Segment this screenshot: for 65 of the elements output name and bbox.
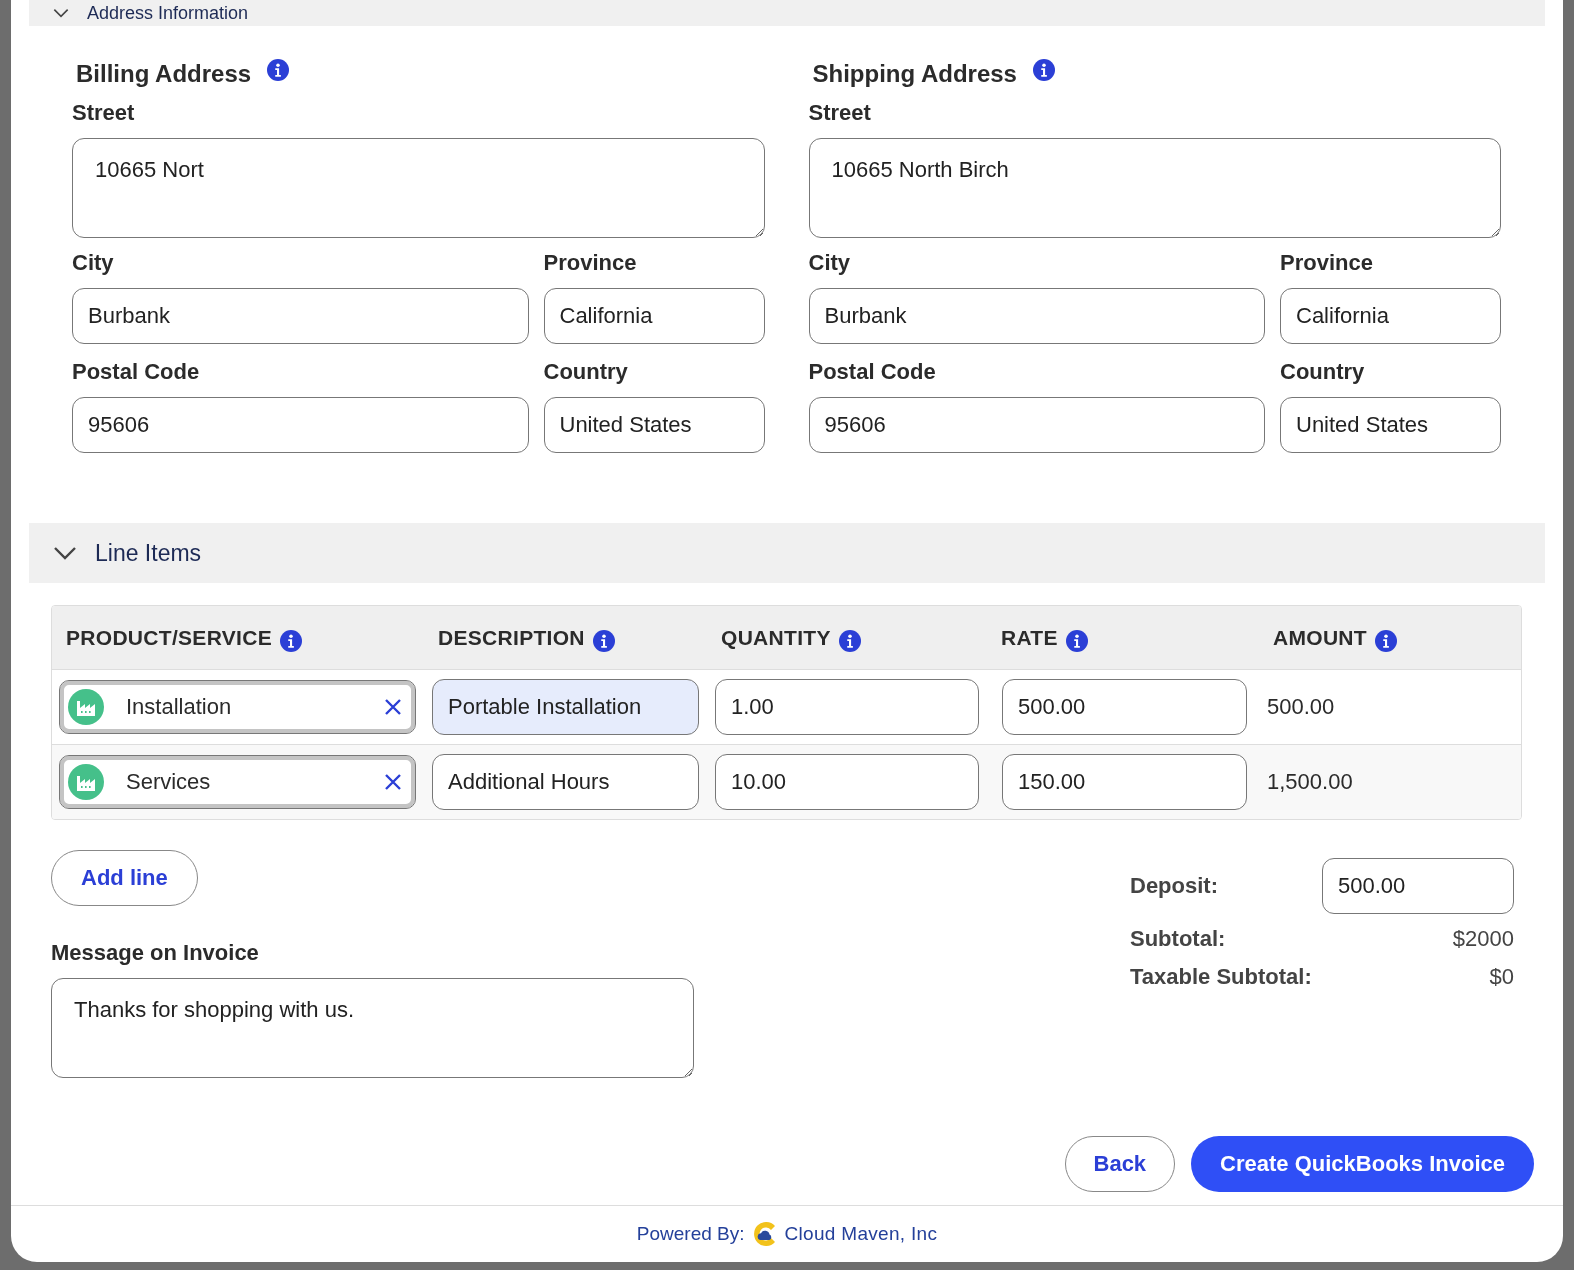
province-field[interactable]: California: [543, 288, 765, 344]
column-header: DESCRIPTION: [438, 625, 585, 650]
info-icon[interactable]: [1065, 629, 1088, 652]
field-label: Country: [1280, 359, 1366, 385]
country-field[interactable]: United States: [543, 397, 765, 453]
description-field[interactable]: Additional Hours: [432, 754, 699, 810]
chevron-icon[interactable]: [53, 546, 77, 560]
address-heading: Shipping Address: [812, 60, 1017, 88]
product-lookup-field[interactable]: Services: [59, 755, 416, 809]
deposit-label: Deposit:: [1130, 873, 1218, 899]
back-button[interactable]: Back: [1064, 1136, 1176, 1192]
field-label: Street: [808, 100, 872, 126]
postal-code-field[interactable]: 95606: [808, 397, 1265, 453]
product-lookup-field[interactable]: Installation: [59, 680, 416, 734]
field-label: Province: [543, 250, 638, 276]
info-icon[interactable]: [1032, 59, 1055, 81]
info-icon[interactable]: [267, 59, 290, 81]
column-header: PRODUCT/SERVICE: [66, 625, 272, 650]
chevron-icon[interactable]: [53, 8, 69, 18]
street-field[interactable]: 10665 North Birch: [808, 138, 1501, 238]
rate-field[interactable]: 150.00: [1002, 754, 1247, 810]
city-field[interactable]: Burbank: [72, 288, 529, 344]
clear-icon[interactable]: [383, 772, 403, 792]
subtotal-label: Subtotal:: [1130, 926, 1226, 952]
column-header: AMOUNT: [1273, 625, 1367, 650]
powered-by-label: Powered By:: [636, 1223, 745, 1245]
clear-icon[interactable]: [383, 697, 403, 717]
info-icon[interactable]: [838, 629, 861, 652]
street-field[interactable]: 10665 Nort: [72, 138, 765, 238]
description-field[interactable]: Portable Installation: [432, 679, 699, 735]
field-label: City: [72, 250, 115, 276]
add-line-button[interactable]: Add line: [51, 850, 198, 906]
province-field[interactable]: California: [1280, 288, 1501, 344]
subtotal-value: $2000: [1452, 926, 1514, 952]
quantity-field[interactable]: 1.00: [715, 679, 979, 735]
field-label: City: [808, 250, 852, 276]
field-label: Country: [543, 359, 629, 385]
taxable-subtotal-value: $0: [1489, 964, 1514, 990]
field-label: Postal Code: [72, 359, 201, 385]
field-label: Postal Code: [808, 359, 937, 385]
factory-icon: [68, 689, 104, 725]
column-header: QUANTITY: [721, 625, 831, 650]
section-header[interactable]: Line Items: [29, 523, 1545, 583]
factory-icon: [68, 764, 104, 800]
company-link[interactable]: Cloud Maven, Inc: [784, 1223, 938, 1245]
info-icon[interactable]: [280, 629, 302, 652]
address-heading: Billing Address: [76, 60, 252, 88]
amount-value: 1,500.00: [1267, 769, 1353, 794]
taxable-subtotal-label: Taxable Subtotal:: [1130, 964, 1312, 990]
info-icon[interactable]: [592, 629, 615, 652]
rate-field[interactable]: 500.00: [1002, 679, 1247, 735]
column-header: RATE: [1001, 625, 1058, 650]
amount-value: 500.00: [1267, 694, 1335, 719]
field-label: Message on Invoice: [51, 940, 259, 966]
section-header[interactable]: Address Information: [29, 0, 1545, 26]
field-label: Province: [1280, 250, 1374, 276]
field-label: Street: [72, 100, 136, 126]
info-icon[interactable]: [1374, 629, 1397, 652]
create-invoice-button[interactable]: Create QuickBooks Invoice: [1191, 1136, 1534, 1192]
country-field[interactable]: United States: [1280, 397, 1501, 453]
deposit-field[interactable]: 500.00: [1322, 858, 1514, 914]
postal-code-field[interactable]: 95606: [72, 397, 529, 453]
quantity-field[interactable]: 10.00: [715, 754, 979, 810]
message-field[interactable]: Thanks for shopping with us.: [51, 978, 694, 1078]
city-field[interactable]: Burbank: [808, 288, 1265, 344]
